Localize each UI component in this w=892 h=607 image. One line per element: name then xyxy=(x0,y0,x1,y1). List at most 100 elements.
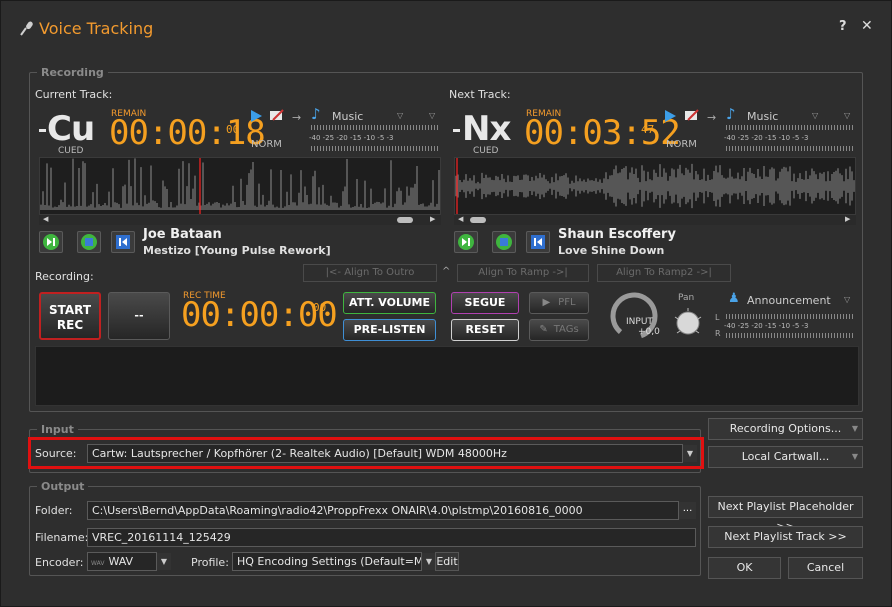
current-category: Music xyxy=(332,110,364,123)
scroll-thumb[interactable] xyxy=(470,217,486,223)
next-waveform-scrollbar[interactable]: ◀ ▶ xyxy=(454,215,856,225)
chevron-down-icon[interactable]: ▽ xyxy=(844,111,850,120)
announcement-category: Announcement xyxy=(747,294,831,307)
current-level-meter-2 xyxy=(311,146,439,151)
scroll-right-icon[interactable]: ▶ xyxy=(430,215,435,223)
next-state-indicator: Nx xyxy=(462,109,511,149)
input-label: INPUT xyxy=(626,317,653,327)
encoder-select[interactable]: WAV WAV xyxy=(87,552,157,571)
play-mode-icon[interactable] xyxy=(663,109,677,123)
current-state-bar xyxy=(39,129,46,132)
current-rewind-button[interactable] xyxy=(111,231,135,253)
current-stop-button[interactable] xyxy=(77,231,101,253)
play-icon: ▶ xyxy=(542,297,551,308)
next-waveform[interactable] xyxy=(454,157,856,215)
next-play-pause-button[interactable] xyxy=(454,231,478,253)
pan-knob[interactable] xyxy=(672,307,704,339)
start-rec-button[interactable]: START REC xyxy=(39,292,101,340)
recording-options-label: Recording Options... xyxy=(729,422,842,435)
scroll-right-icon[interactable]: ▶ xyxy=(845,215,850,223)
current-meter-scale: -40 -25 -20 -15 -10 -5 -3 xyxy=(309,134,394,142)
chevron-down-icon[interactable]: ▽ xyxy=(812,111,818,120)
current-remain-frac: 00 xyxy=(226,123,240,136)
current-state-indicator: Cu xyxy=(47,109,95,149)
rec-level-meter-l xyxy=(726,314,854,319)
rec-level-meter-r xyxy=(726,333,854,338)
scroll-thumb[interactable] xyxy=(397,217,413,223)
input-group-label: Input xyxy=(37,423,78,436)
tags-button[interactable]: ✎ TAGs xyxy=(529,319,589,341)
edit-track-icon[interactable] xyxy=(269,108,285,123)
align-to-ramp-button[interactable]: Align To Ramp ->| xyxy=(457,264,589,282)
encoder-dropdown-icon[interactable]: ▼ xyxy=(157,553,171,570)
folder-browse-button[interactable]: ... xyxy=(679,502,696,519)
chevron-down-icon[interactable]: ▽ xyxy=(429,111,435,120)
filename-input[interactable]: VREC_20161114_125429 xyxy=(87,528,696,547)
pfl-button[interactable]: ▶ PFL xyxy=(529,292,589,314)
edit-profile-button[interactable]: Edit xyxy=(435,552,459,571)
skip-back-icon xyxy=(531,235,545,249)
folder-label: Folder: xyxy=(35,504,73,517)
current-level-meter xyxy=(311,125,439,130)
local-cartwall-label: Local Cartwall... xyxy=(741,450,830,463)
profile-dropdown-icon[interactable]: ▼ xyxy=(422,553,436,570)
current-title: Mestizo [Young Pulse Rework] xyxy=(143,244,331,257)
cancel-button[interactable]: Cancel xyxy=(788,557,863,579)
output-group-label: Output xyxy=(37,480,89,493)
scroll-left-icon[interactable]: ◀ xyxy=(458,215,463,223)
recording-waveform[interactable] xyxy=(35,346,859,406)
source-dropdown-icon[interactable]: ▼ xyxy=(683,445,697,462)
current-norm-label: NORM xyxy=(251,139,282,150)
arrow-right-icon: → xyxy=(707,111,717,124)
play-pause-icon xyxy=(458,234,474,250)
recording-options-button[interactable]: Recording Options... ▼ xyxy=(708,418,863,440)
chevron-down-icon: ▼ xyxy=(851,424,858,433)
folder-input[interactable]: C:\Users\Bernd\AppData\Roaming\radio42\P… xyxy=(87,501,679,520)
current-play-pause-button[interactable] xyxy=(39,231,63,253)
help-button[interactable]: ? xyxy=(839,19,847,34)
arrow-right-icon: → xyxy=(292,111,302,124)
meter-left-label: L xyxy=(715,313,720,322)
align-to-outro-button[interactable]: |<- Align To Outro xyxy=(303,264,437,282)
next-state-bar xyxy=(453,129,460,132)
ok-button[interactable]: OK xyxy=(708,557,781,579)
play-mode-icon[interactable] xyxy=(249,109,263,123)
local-cartwall-button[interactable]: Local Cartwall... ▼ xyxy=(708,446,863,468)
next-meter-scale: -40 -25 -20 -15 -10 -5 -3 xyxy=(724,134,809,142)
profile-select[interactable]: HQ Encoding Settings (Default=MP3) xyxy=(232,552,422,571)
next-playlist-placeholder-button[interactable]: Next Playlist Placeholder >> xyxy=(708,496,863,533)
next-track-label: Next Track: xyxy=(449,88,511,101)
rec-meter-scale: -40 -25 -20 -15 -10 -5 -3 xyxy=(724,322,809,330)
current-remain-time: 00:00:18 xyxy=(109,113,266,153)
play-pause-icon xyxy=(43,234,59,250)
current-waveform-scrollbar[interactable]: ◀ ▶ xyxy=(39,215,441,225)
tag-icon: ✎ xyxy=(539,324,548,335)
stop-icon xyxy=(81,234,97,250)
source-select[interactable]: Cartw: Lautsprecher / Kopfhörer (2- Real… xyxy=(87,444,683,463)
music-note-icon: ♪ xyxy=(311,105,321,123)
next-stop-button[interactable] xyxy=(492,231,516,253)
rec-secondary-button[interactable]: -- xyxy=(108,292,170,340)
next-level-meter-2 xyxy=(726,146,854,151)
scroll-left-icon[interactable]: ◀ xyxy=(43,215,48,223)
pre-listen-button[interactable]: PRE-LISTEN xyxy=(343,319,436,341)
att-volume-button[interactable]: ATT. VOLUME xyxy=(343,292,436,314)
chevron-down-icon[interactable]: ▽ xyxy=(397,111,403,120)
next-category: Music xyxy=(747,110,779,123)
reset-button[interactable]: RESET xyxy=(451,319,519,341)
next-rewind-button[interactable] xyxy=(526,231,550,253)
next-playlist-track-button[interactable]: Next Playlist Track >> xyxy=(708,526,863,548)
align-to-ramp2-button[interactable]: Align To Ramp2 ->| xyxy=(597,264,731,282)
current-waveform[interactable] xyxy=(39,157,441,215)
source-label: Source: xyxy=(35,447,77,460)
edit-track-icon[interactable] xyxy=(684,108,700,123)
segue-button[interactable]: SEGUE xyxy=(451,292,519,314)
align-caret[interactable]: ^ xyxy=(442,266,450,277)
current-artist: Joe Bataan xyxy=(143,227,222,242)
chevron-down-icon[interactable]: ▽ xyxy=(844,295,850,304)
chevron-down-icon: ▼ xyxy=(851,452,858,461)
stop-icon xyxy=(496,234,512,250)
window-title: Voice Tracking xyxy=(39,19,154,38)
filename-label: Filename: xyxy=(35,531,89,544)
close-button[interactable]: ✕ xyxy=(861,18,873,34)
